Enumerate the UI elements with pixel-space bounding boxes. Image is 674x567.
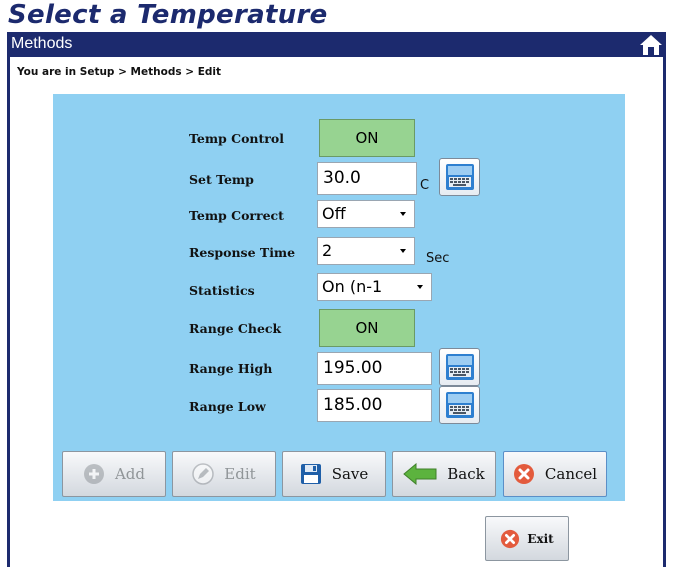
range-low-label: Range Low [189, 399, 266, 414]
cancel-icon [500, 529, 520, 549]
floppy-disk-icon [300, 463, 322, 485]
temp-correct-select[interactable]: Off [317, 200, 415, 228]
statistics-label: Statistics [189, 283, 255, 298]
page-heading: Select a Temperature [8, 0, 328, 30]
home-icon[interactable] [639, 34, 663, 56]
add-button-label: Add [114, 465, 146, 483]
response-time-label: Response Time [189, 245, 296, 260]
set-temp-label: Set Temp [189, 172, 254, 187]
chevron-down-icon [400, 212, 406, 216]
range-high-label: Range High [189, 361, 273, 376]
arrow-left-icon [403, 462, 437, 486]
chevron-down-icon [400, 249, 406, 253]
back-button-label: Back [447, 465, 485, 483]
set-temp-input[interactable]: 30.0 [317, 162, 417, 195]
add-button[interactable]: Add [62, 451, 166, 497]
keyboard-icon [446, 164, 474, 190]
cancel-button-label: Cancel [544, 465, 598, 483]
exit-button[interactable]: Exit [485, 516, 569, 561]
temp-control-toggle[interactable]: ON [319, 119, 415, 157]
response-time-value: 2 [322, 241, 333, 260]
temp-correct-label: Temp Correct [189, 208, 284, 223]
chevron-down-icon [417, 285, 423, 289]
statistics-select[interactable]: On (n-1 [317, 273, 432, 301]
cancel-button[interactable]: Cancel [503, 451, 607, 497]
save-button-label: Save [331, 465, 369, 483]
keyboard-icon [446, 354, 474, 380]
plus-circle-icon [83, 463, 105, 485]
temp-control-label: Temp Control [189, 131, 284, 146]
edit-button[interactable]: Edit [172, 451, 276, 497]
range-high-input[interactable]: 195.00 [317, 352, 432, 385]
pencil-icon [192, 463, 215, 485]
response-time-unit: Sec [426, 251, 450, 266]
range-high-keyboard-button[interactable] [439, 348, 480, 386]
cancel-icon [513, 463, 535, 485]
save-button[interactable]: Save [282, 451, 386, 497]
response-time-select[interactable]: 2 [317, 237, 415, 265]
keyboard-icon [446, 392, 474, 418]
range-check-toggle[interactable]: ON [319, 309, 415, 347]
range-check-label: Range Check [189, 321, 282, 336]
temp-correct-value: Off [322, 204, 346, 223]
range-low-keyboard-button[interactable] [439, 386, 480, 424]
statistics-value: On (n-1 [322, 277, 383, 296]
range-low-input[interactable]: 185.00 [317, 389, 432, 422]
window-title-bar: Methods [7, 32, 666, 57]
window-title: Methods [11, 35, 73, 52]
set-temp-unit: C [420, 178, 430, 193]
back-button[interactable]: Back [392, 451, 496, 497]
edit-button-label: Edit [224, 465, 256, 483]
set-temp-keyboard-button[interactable] [439, 158, 480, 196]
exit-button-label: Exit [527, 531, 554, 546]
breadcrumb: You are in Setup > Methods > Edit [17, 66, 222, 78]
